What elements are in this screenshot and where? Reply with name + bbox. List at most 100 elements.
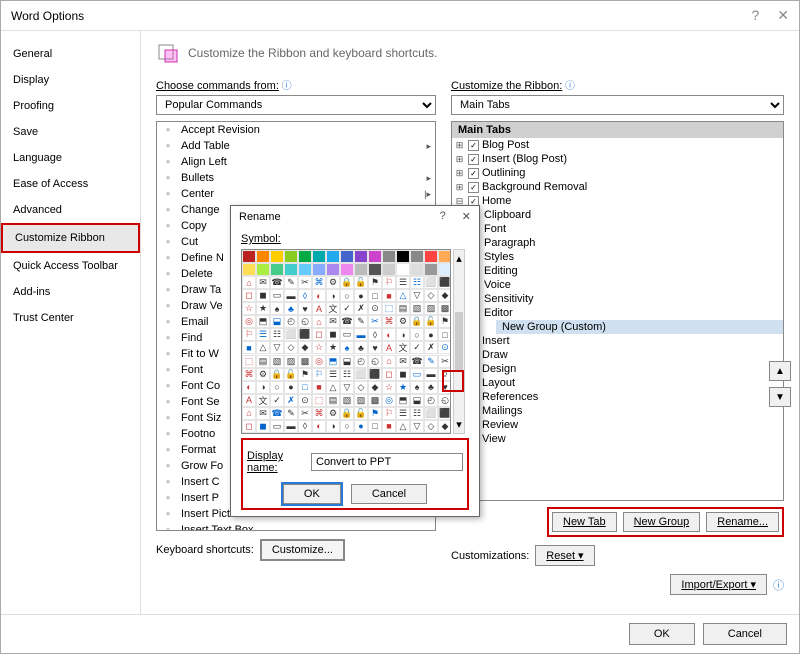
symbol-cell[interactable]: A <box>382 341 396 354</box>
symbol-cell[interactable] <box>284 250 298 263</box>
expander-icon[interactable]: ⊞ <box>454 154 465 165</box>
symbol-cell[interactable]: ▧ <box>340 394 354 407</box>
symbol-cell[interactable]: ⬓ <box>410 394 424 407</box>
symbol-cell[interactable]: ♣ <box>424 381 438 394</box>
group-editing[interactable]: ⊞Editing <box>452 264 783 278</box>
symbol-cell[interactable]: ☷ <box>410 276 424 289</box>
symbol-cell[interactable]: ▽ <box>410 289 424 302</box>
checkbox[interactable] <box>468 182 479 193</box>
symbol-cell[interactable]: ♣ <box>284 302 298 315</box>
symbol-cell[interactable]: ✉ <box>326 315 340 328</box>
symbol-cell[interactable]: ◻ <box>242 420 256 433</box>
symbol-cell[interactable] <box>298 250 312 263</box>
symbol-cell[interactable]: ● <box>284 381 298 394</box>
symbol-cell[interactable]: ◊ <box>368 328 382 341</box>
symbol-cell[interactable]: ⬒ <box>326 355 340 368</box>
symbol-cell[interactable]: ⌘ <box>242 368 256 381</box>
symbol-cell[interactable]: ◑ <box>396 328 410 341</box>
symbol-cell[interactable]: □ <box>368 420 382 433</box>
symbol-cell[interactable]: ◆ <box>438 420 451 433</box>
command-item[interactable]: ▫Align Left <box>157 154 435 170</box>
symbol-cell[interactable] <box>396 250 410 263</box>
symbol-cell[interactable]: ◴ <box>424 394 438 407</box>
dialog-help-icon[interactable]: ? <box>440 210 446 223</box>
symbol-cell[interactable] <box>256 263 270 276</box>
tab-draw[interactable]: ⊞Draw <box>452 348 783 362</box>
checkbox[interactable] <box>468 168 479 179</box>
symbol-cell[interactable]: ◎ <box>242 315 256 328</box>
symbol-cell[interactable]: ◆ <box>438 289 451 302</box>
symbol-cell[interactable]: ◻ <box>242 289 256 302</box>
symbol-cell[interactable]: ■ <box>242 341 256 354</box>
symbol-cell[interactable]: ▩ <box>298 355 312 368</box>
symbol-cell[interactable]: ✂ <box>368 315 382 328</box>
symbol-cell[interactable] <box>354 263 368 276</box>
symbol-cell[interactable]: ◊ <box>298 420 312 433</box>
symbol-cell[interactable]: ⬜ <box>354 368 368 381</box>
symbol-cell[interactable]: ⚑ <box>438 315 451 328</box>
scroll-down-icon[interactable]: ▾ <box>456 418 462 431</box>
symbol-cell[interactable]: ⚐ <box>382 407 396 420</box>
symbol-cell[interactable]: ☎ <box>340 315 354 328</box>
symbol-cell[interactable]: ▩ <box>368 394 382 407</box>
symbol-cell[interactable]: ☷ <box>270 328 284 341</box>
symbol-cell[interactable]: ⌂ <box>242 276 256 289</box>
tab-home[interactable]: ⊟Home <box>452 194 783 208</box>
help-icon[interactable]: ? <box>751 7 759 24</box>
symbol-cell[interactable]: ★ <box>256 302 270 315</box>
symbol-cell[interactable]: ⬜ <box>424 407 438 420</box>
symbol-cell[interactable]: ◎ <box>312 355 326 368</box>
symbol-cell[interactable] <box>312 250 326 263</box>
group-voice[interactable]: ⊞Voice <box>452 278 783 292</box>
symbol-cell[interactable]: ◼ <box>326 328 340 341</box>
symbol-cell[interactable]: ✗ <box>424 341 438 354</box>
symbol-cell[interactable]: ☷ <box>340 368 354 381</box>
symbol-cell[interactable]: ⬜ <box>424 276 438 289</box>
symbol-grid[interactable]: ⌂✉☎✎✂⌘⚙🔒🔓⚑⚐☰☷⬜⬛◻◼▭▬◊◐◑○●□■△▽◇◆☆★♠♣♥A文✓✗⊙… <box>241 249 451 434</box>
symbol-cell[interactable]: ○ <box>270 381 284 394</box>
symbol-cell[interactable]: ⌘ <box>312 407 326 420</box>
symbol-cell[interactable]: ☰ <box>396 407 410 420</box>
symbol-cell[interactable]: ⬜ <box>284 328 298 341</box>
symbol-cell[interactable]: ⚙ <box>256 368 270 381</box>
symbol-cell[interactable] <box>354 250 368 263</box>
expander-icon[interactable]: ⊞ <box>454 182 465 193</box>
cancel-button[interactable]: Cancel <box>703 623 787 645</box>
symbol-cell[interactable]: ▬ <box>354 328 368 341</box>
tab-review[interactable]: ⊞Review <box>452 418 783 432</box>
command-item[interactable]: ▫Center|▸ <box>157 186 435 202</box>
symbol-cell[interactable]: ▽ <box>270 341 284 354</box>
symbol-cell[interactable]: ✂ <box>438 355 451 368</box>
symbol-cell[interactable]: ⬛ <box>438 407 451 420</box>
symbol-cell[interactable]: ☰ <box>256 328 270 341</box>
symbol-cell[interactable]: ▭ <box>410 368 424 381</box>
symbol-cell[interactable]: ⚑ <box>368 407 382 420</box>
symbol-cell[interactable]: ◎ <box>382 394 396 407</box>
symbol-cell[interactable] <box>438 250 451 263</box>
expander-icon[interactable]: ⊞ <box>454 140 465 151</box>
symbol-cell[interactable]: ♠ <box>270 302 284 315</box>
symbol-cell[interactable]: ■ <box>382 289 396 302</box>
symbol-cell[interactable]: ⚙ <box>326 276 340 289</box>
display-name-input[interactable] <box>311 453 463 471</box>
symbol-cell[interactable]: ▬ <box>424 368 438 381</box>
symbol-cell[interactable]: ◆ <box>298 341 312 354</box>
symbol-cell[interactable]: ☰ <box>326 368 340 381</box>
symbol-cell[interactable]: ⚙ <box>396 315 410 328</box>
symbol-cell[interactable]: ◇ <box>424 289 438 302</box>
command-item[interactable]: ▫Add Table▸ <box>157 138 435 154</box>
command-item[interactable]: ▫Accept Revision <box>157 122 435 138</box>
symbol-cell[interactable]: 🔒 <box>410 315 424 328</box>
symbol-cell[interactable] <box>424 263 438 276</box>
symbol-cell[interactable]: △ <box>256 341 270 354</box>
symbol-cell[interactable]: ✓ <box>340 302 354 315</box>
sidebar-item-language[interactable]: Language <box>1 145 140 171</box>
symbol-cell[interactable] <box>340 250 354 263</box>
scroll-thumb[interactable] <box>455 312 463 372</box>
symbol-cell[interactable]: ⬛ <box>438 276 451 289</box>
symbol-cell[interactable]: □ <box>368 289 382 302</box>
symbol-cell[interactable]: ⬓ <box>270 315 284 328</box>
tab-layout[interactable]: ⊞Layout <box>452 376 783 390</box>
symbol-cell[interactable]: ■ <box>312 381 326 394</box>
command-item[interactable]: ▫Bullets▸ <box>157 170 435 186</box>
